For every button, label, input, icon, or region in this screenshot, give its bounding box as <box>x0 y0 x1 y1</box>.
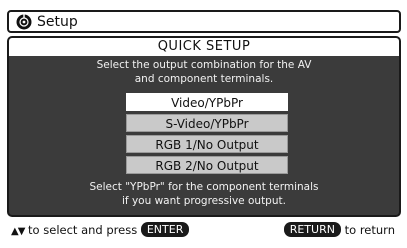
enter-key-button[interactable]: ENTER <box>140 222 190 237</box>
return-key-button[interactable]: RETURN <box>283 222 341 237</box>
panel-heading: QUICK SETUP <box>9 38 399 56</box>
description-line-2: and component terminals. <box>134 73 274 85</box>
select-hint-text: to select and press <box>28 223 138 237</box>
description: Select the output combination for the AV… <box>9 58 399 86</box>
progressive-note: Select "YPbPr" for the component termina… <box>9 180 399 208</box>
description-line-1: Select the output combination for the AV <box>96 59 312 71</box>
return-hint: RETURN to return <box>283 220 395 240</box>
page-title: Setup <box>37 14 78 30</box>
setup-screen: Setup QUICK SETUP Select the output comb… <box>0 0 407 248</box>
option-rgb1-no-output[interactable]: RGB 1/No Output <box>126 135 288 153</box>
footer-hints: ▲▼ to select and press ENTER RETURN to r… <box>7 220 401 240</box>
note-line-2: if you want progressive output. <box>122 195 286 207</box>
option-s-video-ypbpr[interactable]: S-Video/YPbPr <box>126 114 288 132</box>
option-rgb2-no-output[interactable]: RGB 2/No Output <box>126 156 288 174</box>
quick-setup-panel: QUICK SETUP Select the output combinatio… <box>7 36 401 217</box>
return-hint-text: to return <box>344 223 395 237</box>
note-line-1: Select "YPbPr" for the component termina… <box>89 181 319 193</box>
option-video-ypbpr[interactable]: Video/YPbPr <box>126 93 288 111</box>
select-hint: ▲▼ to select and press ENTER <box>11 220 190 242</box>
output-options-list: Video/YPbPr S-Video/YPbPr RGB 1/No Outpu… <box>126 93 288 177</box>
up-down-arrows-icon: ▲▼ <box>11 226 25 237</box>
setup-disc-icon <box>16 14 32 30</box>
title-bar: Setup <box>7 10 401 33</box>
